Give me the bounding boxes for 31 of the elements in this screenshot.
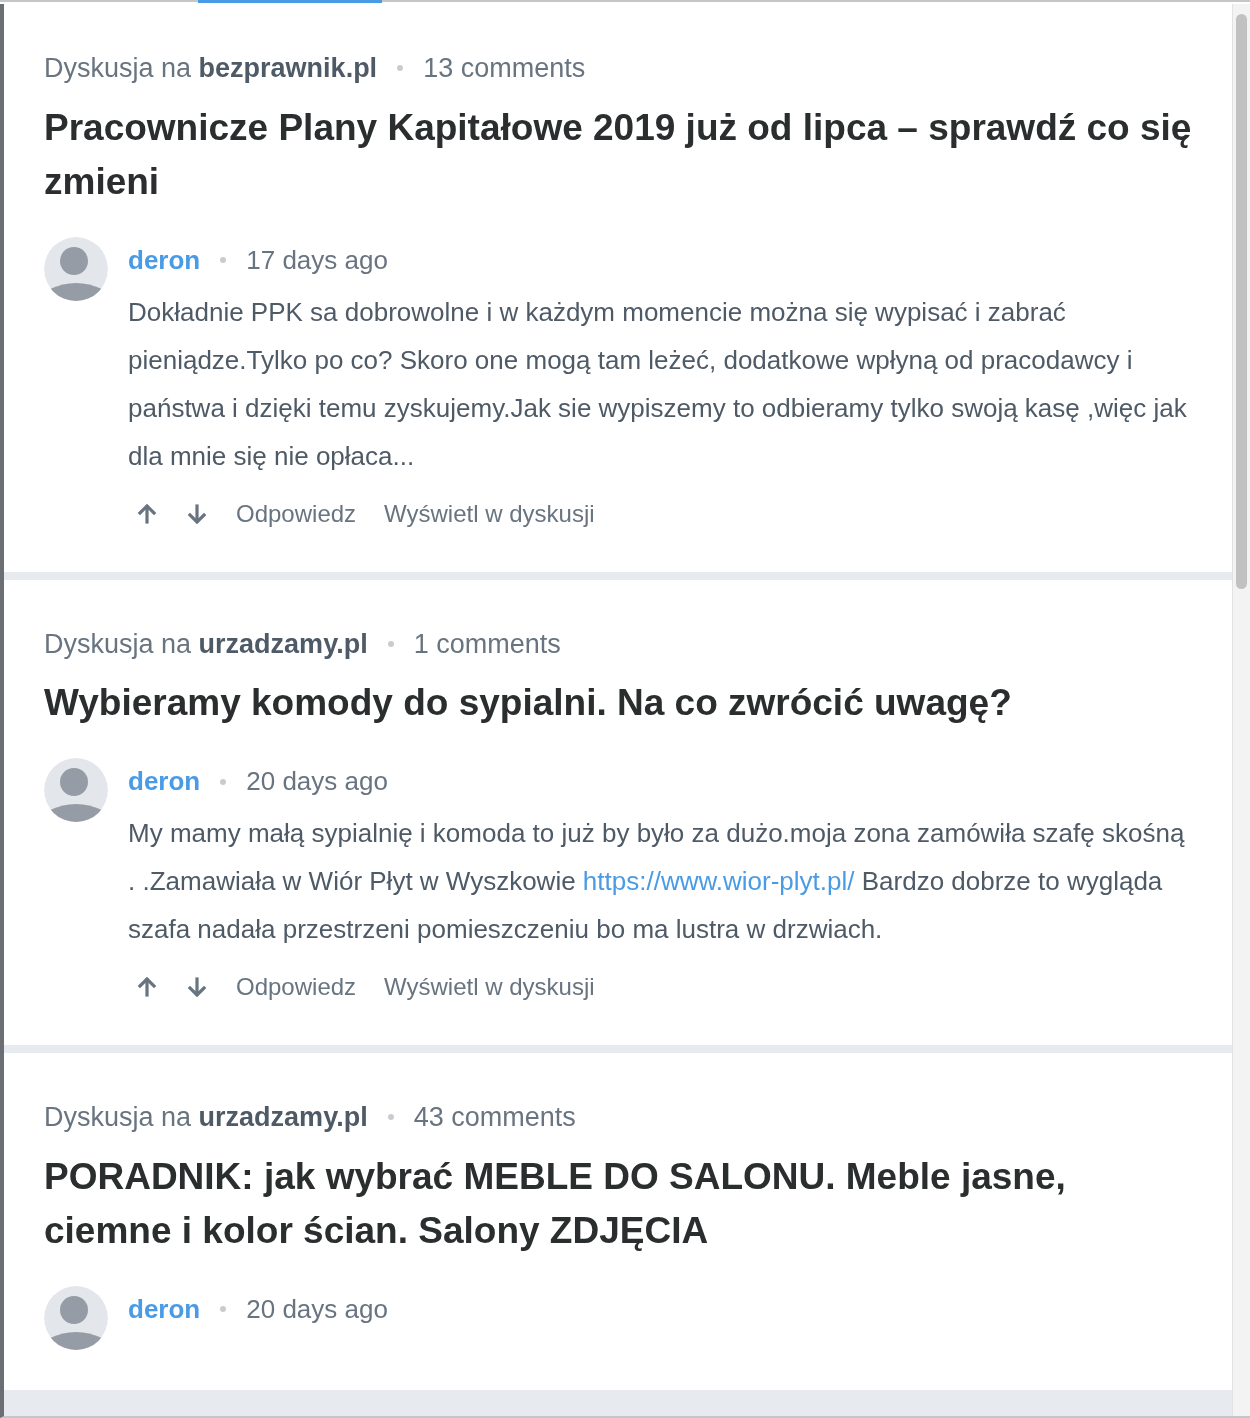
upvote-arrow-icon[interactable] bbox=[136, 976, 158, 998]
comment-time[interactable]: 17 days ago bbox=[246, 240, 388, 280]
comment-time[interactable]: 20 days ago bbox=[246, 762, 388, 801]
scrollbar[interactable] bbox=[1232, 4, 1250, 1416]
discussion-source: Dyskusja na bezprawnik.pl bbox=[44, 52, 378, 85]
reply-link[interactable]: Odpowiedz bbox=[236, 969, 357, 1005]
comment-time[interactable]: 20 days ago bbox=[246, 1289, 388, 1329]
avatar-icon bbox=[44, 1285, 108, 1350]
avatar-icon bbox=[44, 236, 108, 301]
comment-count[interactable]: 43 comments bbox=[413, 1097, 576, 1138]
downvote-arrow-icon[interactable] bbox=[186, 502, 208, 525]
comment-count[interactable]: 13 comments bbox=[423, 48, 586, 89]
comment-text: Dokładnie PPK sa dobrowolne i w każdym momencie można się wypisać i zabrać pieniądze.Tylko po co? Skoro one mogą tam leżeć, dodatkowe wpłyną od pracodawcy i państwa i dzięki temu zyskujemy.Jak sie wypiszemy to odbieramy tylko swoją kasę ,więc jak dla mnie się nie opłaca... bbox=[128, 295, 1188, 473]
view-in-discussion-link[interactable]: Wyświetl w dyskusji bbox=[384, 969, 595, 1005]
avatar-icon bbox=[44, 758, 108, 822]
comment-count[interactable]: 1 comments bbox=[413, 623, 561, 664]
discussion-source: Dyskusja na urzadzamy.pl bbox=[44, 1101, 368, 1134]
article-title[interactable]: PORADNIK: jak wybrać MEBLE DO SALONU. Meble jasne, ciemne i kolor ścian. Salony ZDJĘCIA bbox=[44, 1149, 1192, 1258]
reply-link[interactable]: Odpowiedz bbox=[236, 495, 357, 532]
article-title[interactable]: Wybieramy komody do sypialni. Na co zwrócić uwagę? bbox=[44, 676, 1192, 730]
author-name[interactable]: deron bbox=[128, 762, 201, 801]
comment-text: My mamy małą sypialnię i komoda to już by było za dużo.moja zona zamówiła szafę skośną . .Zamawiała w Wiór Płyt w Wyszkowie https://www.wior-plyt.pl/ Bardzo dobrze to wygląda szafa nadała przestrzeni pomieszczeniu bo ma lustra w drzwiach. bbox=[128, 817, 1186, 946]
scrollbar-thumb[interactable] bbox=[1236, 14, 1247, 589]
author-name[interactable]: deron bbox=[128, 1289, 201, 1329]
comment-link[interactable]: https://www.wior-plyt.pl/ bbox=[582, 866, 855, 896]
view-in-discussion-link[interactable]: Wyświetl w dyskusji bbox=[384, 495, 595, 532]
author-name[interactable]: deron bbox=[128, 240, 201, 280]
upvote-arrow-icon[interactable] bbox=[136, 502, 158, 525]
downvote-arrow-icon[interactable] bbox=[186, 976, 208, 998]
discussion-source: Dyskusja na urzadzamy.pl bbox=[44, 627, 368, 661]
article-title[interactable]: Pracownicze Plany Kapitałowe 2019 już od lipca – sprawdź co się zmieni bbox=[44, 100, 1192, 209]
